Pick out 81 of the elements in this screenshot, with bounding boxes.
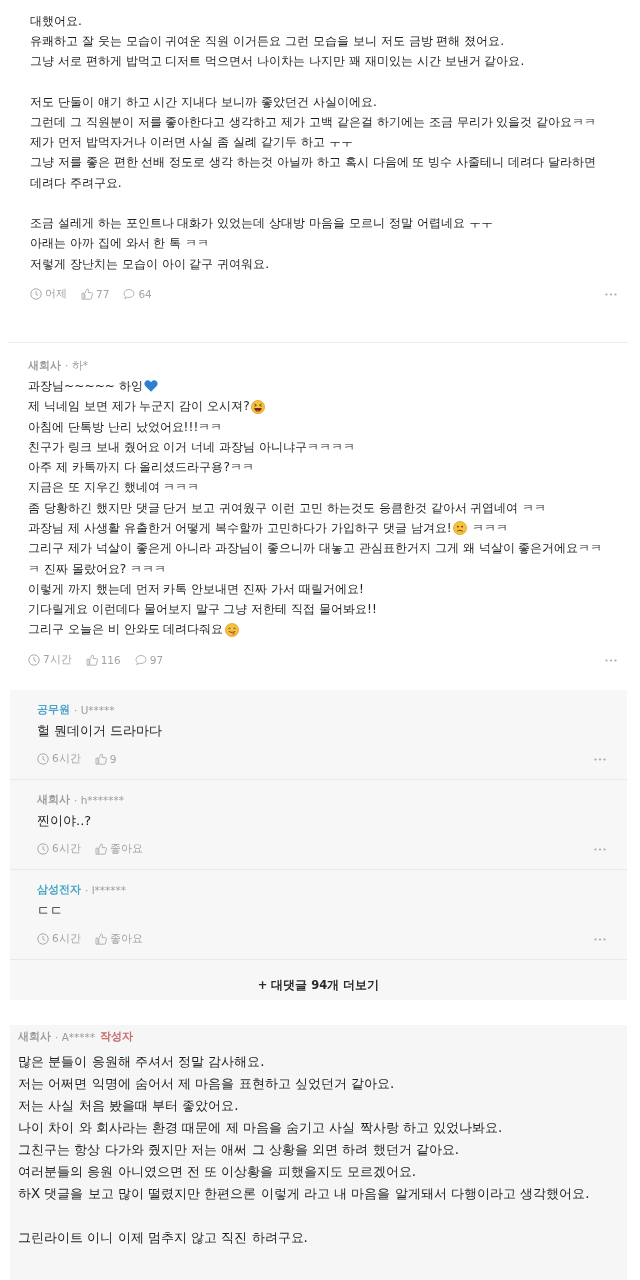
post-text-line: 저도 단둘이 얘기 하고 시간 지내다 보니까 좋았던건 사실이에요.: [30, 93, 377, 111]
thumbs-up-icon: [94, 843, 107, 856]
like-button[interactable]: 9: [94, 753, 117, 766]
thumbs-up-icon: [85, 654, 98, 667]
company-label: 새회사: [28, 359, 61, 374]
clock-icon: [30, 288, 42, 301]
comment-button[interactable]: 64: [123, 288, 152, 301]
post-text-line: 조금 설레게 하는 포인트나 대화가 있었는데 상대방 마음을 모르니 정말 어렵네요 ㅜㅜ: [30, 215, 493, 232]
comment-text-line: 과장님~~~~~ 하잉: [28, 377, 143, 395]
post-text-line: 아래는 아까 집에 와서 한 톡 ㅋㅋ: [30, 235, 210, 253]
post-text-line: 유쾌하고 잘 웃는 모습이 귀여운 직원 이거든요 그런 모습을 보니 저도 금방 편해 졌어요.: [30, 32, 505, 50]
comment-text-line: 친구가 링크 보내 줬어요 이거 너네 과장님 아니냐구ㅋㅋㅋㅋ: [28, 438, 356, 456]
comment-text-line: 기다릴게요 이런데다 물어보지 말구 그냥 저한테 직접 물어봐요!!: [28, 601, 377, 619]
more-icon[interactable]: [594, 757, 606, 761]
time-label: 6시간: [52, 752, 81, 767]
like-button[interactable]: 좋아요: [94, 842, 143, 857]
clock-icon: [37, 933, 49, 946]
comment-text-line: 그친구는 항상 다가와 줬지만 저는 애써 그 상황을 외면 하려 했던거 같아요.: [18, 1141, 460, 1160]
company-label: 공무원: [37, 703, 70, 718]
like-button[interactable]: 좋아요: [94, 932, 143, 947]
thumbs-up-icon: [81, 288, 93, 301]
comment-text-line: 저는 어쩌면 익명에 숨어서 제 마음을 표현하고 싶었던거 같아요.: [18, 1075, 395, 1094]
thumbs-up-icon: [94, 933, 107, 946]
nickname-label: · 하*: [65, 359, 88, 374]
clock-icon: [28, 654, 40, 667]
comment-text-line: 제 닉네임 보면 제가 누군지 감이 오시져?: [28, 398, 250, 416]
company-label: 삼성전자: [37, 883, 81, 898]
post-text-line: 그런데 그 직원분이 저를 좋아한다고 생각하고 제가 고백 같은걸 하기에는 조금 무리가 있을것 같아요ㅋㅋ: [30, 113, 597, 131]
reply-text: 찐이야..?: [37, 812, 92, 831]
heart-icon: [143, 379, 158, 394]
post-text-line: 그냥 서로 편하게 밥먹고 디저트 먹으면서 나이차는 나지만 꽤 재미있는 시간 보낸거 같아요.: [30, 53, 525, 71]
comment-text-line: ㅋㅋㅋ: [471, 520, 508, 537]
comment-text-line: 그리구 오늘은 비 안와도 데려다줘요: [28, 621, 224, 639]
more-icon[interactable]: [594, 847, 606, 851]
more-replies-button[interactable]: + 대댓글 94개 더보기: [249, 973, 388, 998]
comment-text-line: ㅋ 진짜 몰랐어요? ㅋㅋㅋ: [28, 560, 167, 578]
writer-label: 작성자: [100, 1030, 134, 1045]
post-text-line: 저렇게 장난치는 모습이 아이 같구 귀여워요.: [30, 255, 270, 273]
clock-icon: [37, 753, 49, 766]
post-text-line: 제가 먼저 밥먹자거나 이러면 사실 좀 실례 같기두 하고 ㅜㅜ: [30, 134, 353, 152]
uneasy-face-icon: [452, 521, 467, 536]
clock-icon: [37, 843, 49, 856]
comment-text-line: 과장님 제 사생활 유출한거 어떻게 복수할까 고민하다가 가입하구 댓글 남겨요!: [28, 520, 452, 537]
comment-text-line: 지금은 또 지우긴 했네여 ㅋㅋㅋ: [28, 479, 200, 497]
more-icon[interactable]: [605, 292, 617, 296]
time-label: 어제: [45, 287, 67, 302]
post-text-line: 데려다 주려구요.: [30, 174, 122, 192]
company-label: 새회사: [37, 793, 70, 808]
time-label: 7시간: [43, 653, 72, 668]
comment-text-line: 그리구 제가 넉살이 좋은게 아니라 과장님이 좋으니까 대놓고 관심표한거지 그게 왜 넉살이 좋은거에요ㅋㅋ: [28, 540, 603, 558]
nickname-label: · A*****: [55, 1031, 96, 1044]
time-label: 6시간: [52, 842, 81, 857]
speech-bubble-icon: [123, 288, 136, 301]
nickname-label: · l******: [85, 884, 127, 897]
reply-text: 헐 뭔데이거 드라마다: [37, 722, 163, 741]
comment-text-line: 이렇게 까지 했는데 먼저 카톡 안보내면 진짜 가서 때릴거에요!: [28, 580, 364, 598]
comment-text-line: 저는 사실 처음 봤을때 부터 좋았어요.: [18, 1097, 239, 1116]
comment-text-line: 여러분들의 응원 아니였으면 전 또 이상황을 피했을지도 모르겠어요.: [18, 1163, 417, 1182]
comment-text-line: 나이 차이 와 회사라는 환경 때문에 제 마음을 숨기고 사실 짝사랑 하고 있었나봐요.: [18, 1119, 503, 1138]
comment-text-line: 하X 댓글을 보고 많이 떨렸지만 한편으론 이렇게 라고 내 마음을 알게돼서 다행이라고 생각했어요.: [18, 1185, 590, 1204]
company-label: 새회사: [18, 1030, 51, 1045]
more-icon[interactable]: [605, 658, 617, 662]
laughing-face-icon: [250, 399, 265, 414]
time-label: 6시간: [52, 932, 81, 947]
comment-button[interactable]: 97: [134, 654, 164, 667]
comment-text-line: 아주 제 카톡까지 다 올리셨드라구용?ㅋㅋ: [28, 459, 254, 477]
comment-text-line: 많은 분들이 응원해 주셔서 정말 감사해요.: [18, 1053, 265, 1072]
post-text-line: 대했어요.: [30, 12, 82, 30]
nickname-label: · U*****: [74, 704, 115, 717]
comment-text-line: 그린라이트 이니 이제 멈추지 않고 직진 하려구요.: [18, 1229, 308, 1248]
post-text-line: 그냥 저를 좋은 편한 선배 정도로 생각 하는것 아닐까 하고 혹시 다음에 또 빙수 사줄테니 데려다 달라하면: [30, 154, 596, 172]
comment-text-line: 아침에 단톡방 난리 났었어요!!!ㅋㅋ: [28, 418, 223, 436]
speech-bubble-icon: [134, 654, 147, 667]
thumbs-up-icon: [94, 753, 107, 766]
nickname-label: · h*******: [74, 794, 125, 807]
comment-text-line: 좀 당황하긴 했지만 댓글 단거 보고 귀여웠구 이런 고민 하는것도 응큼한것 같아서 귀엽네여 ㅋㅋ: [28, 499, 547, 517]
reply-text: ㄷㄷ: [37, 902, 63, 921]
like-button[interactable]: 116: [85, 654, 121, 667]
tongue-out-face-icon: [224, 622, 239, 637]
like-button[interactable]: 77: [81, 288, 110, 301]
more-icon[interactable]: [594, 937, 606, 941]
